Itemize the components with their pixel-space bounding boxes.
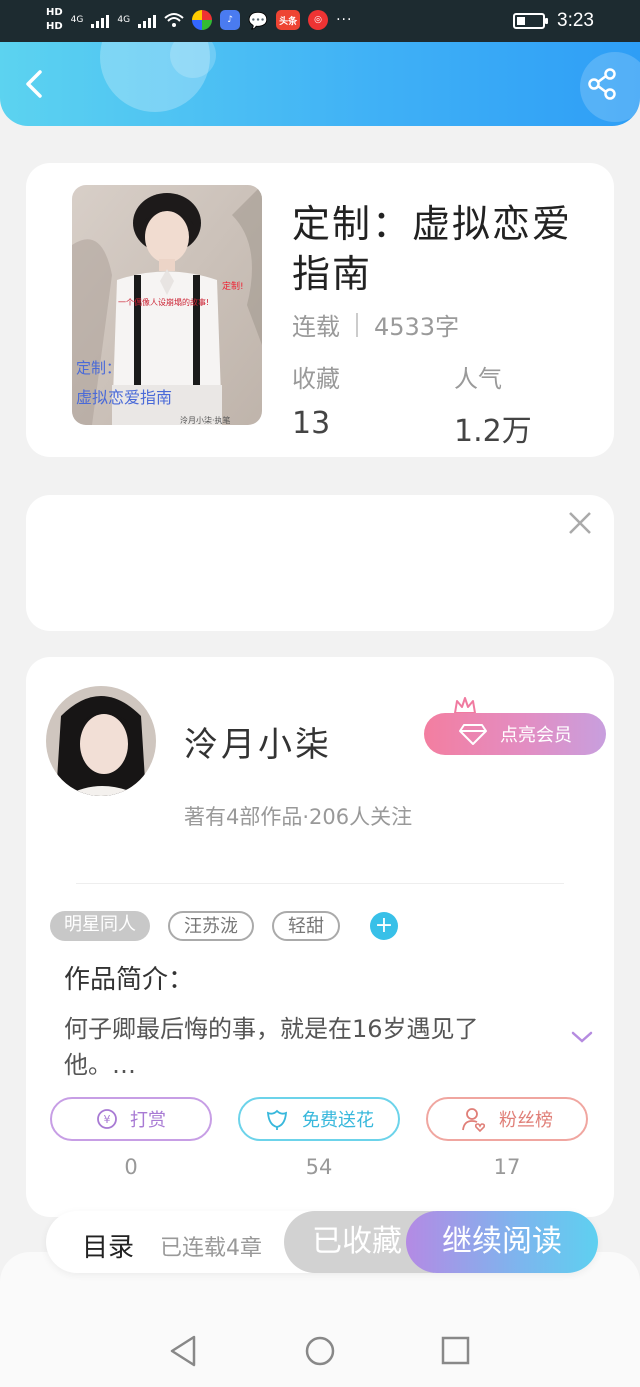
send-flower-button[interactable]: 免费送花 bbox=[238, 1097, 400, 1141]
book-cover[interactable]: 定制! 一个偶像人设崩塌的故事! 定制： 虚拟恋爱指南 泠月小柒·执笔 bbox=[72, 185, 262, 425]
reward-label: 打赏 bbox=[130, 1110, 166, 1131]
app-music-icon: ♪ bbox=[220, 10, 241, 30]
book-title: 定制：虚拟恋爱指南 bbox=[292, 202, 573, 296]
author-avatar[interactable] bbox=[46, 686, 156, 796]
popularity-stat: 人气 1.2万 bbox=[454, 359, 532, 450]
author-name[interactable]: 泠月小柒 bbox=[184, 717, 332, 766]
share-icon bbox=[588, 68, 616, 100]
hd-label-2: HD bbox=[46, 21, 63, 32]
share-button[interactable] bbox=[582, 64, 622, 104]
hd-label: HD bbox=[46, 7, 63, 18]
tag-item[interactable]: 轻甜 bbox=[272, 911, 340, 941]
nav-recents-button[interactable] bbox=[440, 1334, 470, 1372]
divider bbox=[76, 883, 564, 884]
popularity-label: 人气 bbox=[454, 365, 502, 393]
cover-title-b: 虚拟恋爱指南 bbox=[76, 388, 172, 407]
plus-icon: + bbox=[374, 913, 394, 938]
nav-home-icon bbox=[305, 1336, 335, 1366]
fans-label: 粉丝榜 bbox=[499, 1110, 553, 1131]
favorites-stat: 收藏 13 bbox=[292, 359, 340, 441]
tag-item[interactable]: 明星同人 bbox=[50, 911, 150, 941]
bottom-action-bar: 目录 已连载4章 已收藏 继续阅读 bbox=[46, 1211, 598, 1273]
popularity-value: 1.2万 bbox=[454, 414, 532, 449]
network-type-2: 4G bbox=[117, 15, 131, 25]
signal-icon-2 bbox=[138, 12, 157, 28]
vip-button[interactable]: 点亮会员 bbox=[424, 713, 606, 755]
app-browser-icon bbox=[192, 10, 213, 30]
nav-back-icon bbox=[170, 1335, 196, 1367]
meta-divider bbox=[356, 312, 358, 337]
diamond-icon bbox=[459, 724, 487, 745]
author-works: 著有4部作品·206人关注 bbox=[184, 805, 413, 829]
ad-card bbox=[26, 495, 614, 631]
yen-coin-icon: ¥ bbox=[97, 1109, 117, 1129]
intro-text: 何子卿最后悔的事，就是在16岁遇见了他。… bbox=[64, 1015, 479, 1079]
header-bar bbox=[0, 42, 640, 126]
nav-home-button[interactable] bbox=[304, 1334, 336, 1372]
svg-text:¥: ¥ bbox=[104, 1113, 111, 1126]
nav-recents-icon bbox=[441, 1336, 470, 1365]
flower-count: 54 bbox=[305, 1155, 333, 1179]
vip-label: 点亮会员 bbox=[500, 725, 572, 746]
continue-reading-button[interactable]: 继续阅读 bbox=[406, 1211, 598, 1273]
word-count: 4533字 bbox=[374, 313, 460, 341]
network-type: 4G bbox=[70, 15, 84, 25]
flower-icon bbox=[266, 1109, 288, 1130]
expand-intro-button[interactable] bbox=[570, 1029, 594, 1049]
author-card: 泠月小柒 点亮会员 著有4部作品·206人关注 明星同人 汪苏泷 轻甜 + 作品… bbox=[26, 657, 614, 1217]
intro-title: 作品简介： bbox=[64, 965, 195, 995]
app-toutiao-icon: 头条 bbox=[276, 10, 301, 30]
avatar-image bbox=[46, 686, 156, 796]
app-weibo-icon: ◎ bbox=[308, 10, 329, 30]
cover-text-line: 一个偶像人设崩塌的故事! bbox=[118, 297, 209, 307]
wechat-icon: 💬 bbox=[248, 10, 269, 30]
cover-title-a: 定制： bbox=[76, 359, 121, 377]
tag-list: 明星同人 汪苏泷 轻甜 + bbox=[50, 911, 398, 941]
cover-image: 定制! 一个偶像人设崩塌的故事! 定制： 虚拟恋爱指南 泠月小柒·执笔 bbox=[72, 185, 262, 425]
tag-item[interactable]: 汪苏泷 bbox=[168, 911, 254, 941]
book-info-card: 定制! 一个偶像人设崩塌的故事! 定制： 虚拟恋爱指南 泠月小柒·执笔 定制：虚… bbox=[26, 163, 614, 457]
nav-back-button[interactable] bbox=[168, 1334, 198, 1372]
ad-close-button[interactable] bbox=[566, 509, 594, 537]
favorites-value: 13 bbox=[292, 406, 331, 441]
chapter-count: 已连载4章 bbox=[160, 1236, 262, 1261]
more-notifications: ··· bbox=[336, 12, 353, 28]
reward-button[interactable]: ¥ 打赏 bbox=[50, 1097, 212, 1141]
hd-indicator: HD HD bbox=[46, 6, 63, 34]
fans-ranking-button[interactable]: 粉丝榜 bbox=[426, 1097, 588, 1141]
book-status: 连载 bbox=[292, 313, 340, 341]
toc-button[interactable]: 目录 bbox=[82, 1227, 134, 1264]
back-button[interactable] bbox=[14, 64, 54, 104]
close-icon bbox=[569, 512, 591, 534]
clock: 3:23 bbox=[557, 10, 594, 31]
add-tag-button[interactable]: + bbox=[370, 912, 398, 940]
wifi-icon bbox=[164, 13, 184, 27]
chevron-down-icon bbox=[571, 1031, 593, 1043]
battery-icon bbox=[513, 13, 549, 29]
reward-count: 0 bbox=[124, 1155, 138, 1179]
favorites-label: 收藏 bbox=[292, 365, 340, 393]
cover-text-top: 定制! bbox=[222, 280, 244, 292]
user-heart-icon bbox=[462, 1108, 486, 1132]
fans-count: 17 bbox=[493, 1155, 521, 1179]
flower-label: 免费送花 bbox=[302, 1110, 374, 1131]
signal-icon bbox=[91, 12, 110, 28]
status-bar: HD HD 4G 4G ♪ 💬 头条 ◎ ··· 3:23 bbox=[0, 0, 640, 42]
book-meta: 连载 4533字 bbox=[292, 307, 459, 342]
chevron-left-icon bbox=[26, 70, 42, 98]
cover-author: 泠月小柒·执笔 bbox=[180, 415, 231, 425]
